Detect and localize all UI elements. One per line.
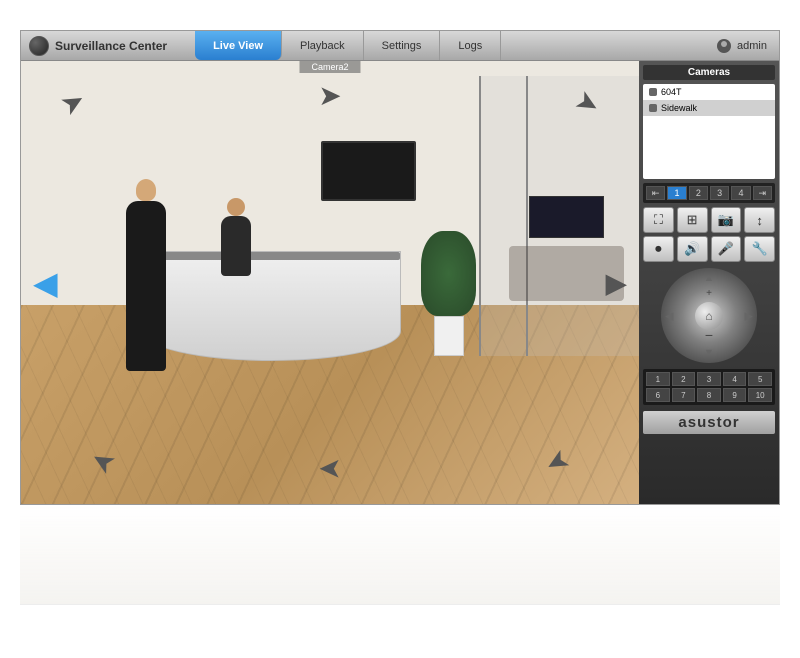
camera-label: Camera2: [299, 61, 360, 73]
camera-viewport[interactable]: Camera2 ➤ ➤ ➤ ◀ ▶ ➤ ➤ ➤: [21, 61, 639, 504]
brand-label: asustor: [643, 411, 775, 434]
camera-icon: [649, 104, 657, 112]
tab-logs[interactable]: Logs: [440, 31, 501, 60]
user-icon: [717, 39, 731, 53]
tab-settings[interactable]: Settings: [364, 31, 441, 60]
joystick-down-icon[interactable]: ▼: [704, 347, 715, 359]
grid-view-button[interactable]: ⊞: [677, 207, 708, 233]
side-panel: Cameras 604T Sidewalk ⇤ 1 2 3 4 ⇥: [639, 61, 779, 504]
preset-4-button[interactable]: 4: [723, 372, 747, 386]
preset-5-button[interactable]: 5: [748, 372, 772, 386]
ptz-arrow-up-icon[interactable]: ➤: [318, 79, 341, 112]
camera-item[interactable]: 604T: [643, 84, 775, 100]
preset-1-button[interactable]: 1: [646, 372, 670, 386]
preset-10-button[interactable]: 10: [748, 388, 772, 402]
app-window: Surveillance Center Live View Playback S…: [20, 30, 780, 505]
joystick-up-icon[interactable]: ▲: [704, 272, 715, 284]
logo-area: Surveillance Center: [21, 36, 175, 56]
layout-prev-button[interactable]: ⇤: [646, 186, 665, 200]
nav-tabs: Live View Playback Settings Logs: [195, 31, 501, 60]
camera-name: Sidewalk: [661, 103, 697, 113]
record-button[interactable]: ⏺: [643, 236, 674, 262]
ptz-arrow-right-icon[interactable]: ▶: [605, 266, 627, 299]
joystick-home-button[interactable]: ⌂: [695, 302, 723, 330]
camera-name: 604T: [661, 87, 682, 97]
preset-3-button[interactable]: 3: [697, 372, 721, 386]
ptz-arrow-left-icon[interactable]: ◀: [33, 264, 58, 302]
stretch-button[interactable]: ↕: [744, 207, 775, 233]
preset-2-button[interactable]: 2: [672, 372, 696, 386]
layout-selector: ⇤ 1 2 3 4 ⇥: [643, 183, 775, 203]
camera-list: 604T Sidewalk: [643, 84, 775, 179]
reflection-effect: [20, 505, 780, 605]
panel-header: Cameras: [643, 65, 775, 80]
main-area: Camera2 ➤ ➤ ➤ ◀ ▶ ➤ ➤ ➤ Cameras 604T Sid…: [21, 61, 779, 504]
fullscreen-button[interactable]: ⛶: [643, 207, 674, 233]
camera-icon: [649, 88, 657, 96]
layout-next-button[interactable]: ⇥: [753, 186, 772, 200]
control-grid: ⛶ ⊞ 📷 ↕ ⏺ 🔊 🎤 🔧: [643, 207, 775, 262]
user-name: admin: [737, 40, 767, 52]
layout-2-button[interactable]: 2: [689, 186, 708, 200]
preset-6-button[interactable]: 6: [646, 388, 670, 402]
tab-playback[interactable]: Playback: [282, 31, 364, 60]
camera-item[interactable]: Sidewalk: [643, 100, 775, 116]
preset-7-button[interactable]: 7: [672, 388, 696, 402]
joystick-right-icon[interactable]: ▶: [745, 309, 753, 322]
audio-button[interactable]: 🔊: [677, 236, 708, 262]
header-bar: Surveillance Center Live View Playback S…: [21, 31, 779, 61]
mic-button[interactable]: 🎤: [711, 236, 742, 262]
camera-feed: [21, 61, 639, 504]
tab-live-view[interactable]: Live View: [195, 31, 282, 60]
zoom-in-button[interactable]: +: [706, 288, 712, 299]
layout-1-button[interactable]: 1: [667, 186, 686, 200]
user-area[interactable]: admin: [705, 39, 779, 53]
app-logo-icon: [29, 36, 49, 56]
app-title: Surveillance Center: [55, 39, 167, 53]
settings-button[interactable]: 🔧: [744, 236, 775, 262]
preset-grid: 1 2 3 4 5 6 7 8 9 10: [643, 369, 775, 405]
layout-4-button[interactable]: 4: [731, 186, 750, 200]
snapshot-button[interactable]: 📷: [711, 207, 742, 233]
ptz-joystick: ▲ ▼ ◀ ▶ + − ⌂: [661, 268, 757, 363]
preset-9-button[interactable]: 9: [723, 388, 747, 402]
layout-3-button[interactable]: 3: [710, 186, 729, 200]
joystick-left-icon[interactable]: ◀: [665, 309, 673, 322]
preset-8-button[interactable]: 8: [697, 388, 721, 402]
ptz-arrow-down-icon[interactable]: ➤: [318, 453, 341, 486]
